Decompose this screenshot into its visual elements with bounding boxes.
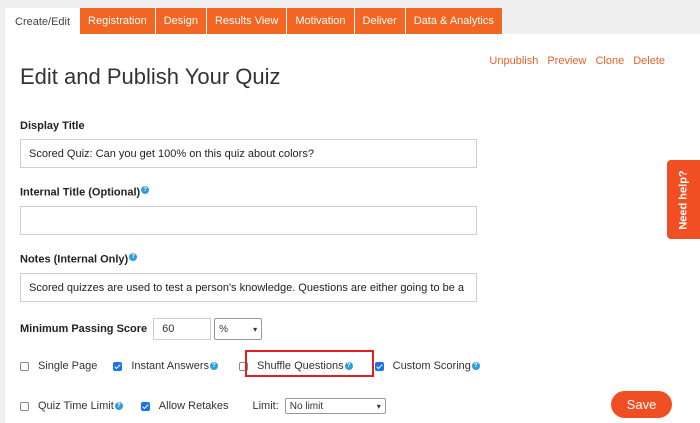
tab-bar: Create/Edit Registration Design Results …: [5, 8, 503, 35]
display-title-input[interactable]: Scored Quiz: Can you get 100% on this qu…: [20, 139, 477, 168]
internal-title-label: Internal Title (Optional)?: [20, 186, 150, 199]
custom-scoring-checkbox[interactable]: [374, 361, 384, 371]
help-icon[interactable]: ?: [129, 253, 138, 261]
help-icon[interactable]: ?: [471, 362, 480, 370]
help-icon[interactable]: ?: [141, 186, 150, 194]
tab-design[interactable]: Design: [155, 8, 207, 34]
single-page-label: Single Page: [38, 360, 98, 372]
instant-answers-checkbox[interactable]: [113, 361, 123, 371]
single-page-option[interactable]: Single Page: [20, 360, 97, 372]
tab-data-analytics[interactable]: Data & Analytics: [405, 8, 503, 34]
quiz-time-limit-checkbox[interactable]: [20, 401, 29, 411]
notes-input[interactable]: Scored quizzes are used to test a person…: [20, 273, 477, 302]
internal-title-label-text: Internal Title (Optional): [20, 186, 141, 199]
score-unit-select[interactable]: % ▾: [214, 318, 263, 340]
notes-label-text: Notes (Internal Only): [20, 253, 129, 266]
delete-link[interactable]: Delete: [633, 55, 665, 67]
quiz-actions: Unpublish Preview Clone Delete: [489, 55, 665, 67]
page-title: Edit and Publish Your Quiz: [20, 64, 281, 89]
tab-results-view[interactable]: Results View: [206, 8, 288, 34]
help-icon[interactable]: ?: [114, 402, 123, 410]
internal-title-input[interactable]: [20, 206, 477, 235]
min-score-input[interactable]: 60: [153, 318, 212, 340]
preview-link[interactable]: Preview: [547, 55, 586, 67]
min-score-label: Minimum Passing Score: [20, 323, 148, 335]
tab-create-edit[interactable]: Create/Edit: [5, 8, 81, 35]
chevron-down-icon: ▾: [376, 401, 381, 411]
quiz-time-limit-label: Quiz Time Limit: [38, 400, 114, 412]
instant-answers-label: Instant Answers: [131, 360, 209, 372]
allow-retakes-checkbox[interactable]: [140, 401, 150, 411]
limit-label: Limit:: [252, 400, 279, 412]
help-icon[interactable]: ?: [209, 362, 218, 370]
allow-retakes-option[interactable]: Allow Retakes: [140, 400, 229, 412]
notes-label: Notes (Internal Only)?: [20, 253, 138, 266]
need-help-label: Need help?: [677, 169, 690, 230]
options-row-2: Quiz Time Limit ? Allow Retakes Limit: N…: [20, 398, 386, 414]
allow-retakes-label: Allow Retakes: [158, 400, 229, 412]
single-page-checkbox[interactable]: [20, 361, 29, 371]
display-title-label-text: Display Title: [20, 120, 85, 132]
tab-deliver[interactable]: Deliver: [354, 8, 406, 34]
min-score-row: Minimum Passing Score 60 % ▾: [20, 318, 263, 340]
display-title-label: Display Title: [20, 120, 85, 132]
shuffle-questions-highlight: [245, 350, 374, 377]
quiz-time-limit-option[interactable]: Quiz Time Limit ?: [20, 400, 123, 412]
save-button[interactable]: Save: [611, 391, 672, 418]
retake-limit-value: No limit: [289, 400, 324, 412]
retake-limit-select[interactable]: No limit ▾: [284, 398, 386, 414]
custom-scoring-option[interactable]: Custom Scoring ?: [374, 360, 480, 372]
chevron-down-icon: ▾: [253, 324, 258, 334]
score-unit-value: %: [219, 323, 229, 335]
tab-motivation[interactable]: Motivation: [287, 8, 355, 34]
need-help-tab[interactable]: Need help?: [667, 160, 700, 239]
clone-link[interactable]: Clone: [595, 55, 624, 67]
tab-registration[interactable]: Registration: [80, 8, 156, 34]
instant-answers-option[interactable]: Instant Answers ?: [113, 360, 218, 372]
custom-scoring-label: Custom Scoring: [392, 360, 471, 372]
unpublish-link[interactable]: Unpublish: [489, 55, 538, 67]
